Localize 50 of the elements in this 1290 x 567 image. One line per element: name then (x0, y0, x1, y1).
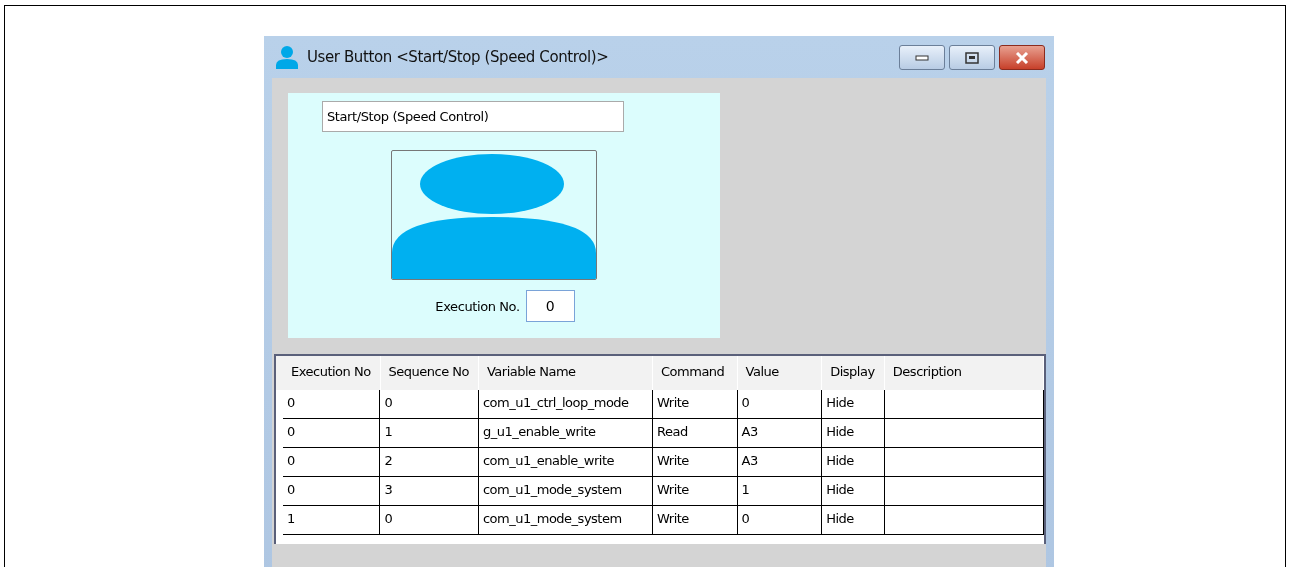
table-cell: com_u1_mode_system (478, 477, 654, 506)
table-cell: Hide (822, 448, 885, 477)
table-cell: 0 (737, 390, 823, 419)
table-cell: 1 (283, 506, 381, 535)
table-cell: g_u1_enable_write (478, 419, 654, 448)
table-cell: Write (653, 506, 738, 535)
table-cell: Write (653, 448, 738, 477)
column-header[interactable]: Value (737, 356, 823, 390)
table-cell: A3 (737, 419, 823, 448)
minimize-button[interactable] (899, 45, 945, 70)
name-field[interactable]: Start/Stop (Speed Control) (322, 101, 624, 132)
table-cell: Read (653, 419, 738, 448)
column-header[interactable]: Execution No (283, 356, 381, 390)
table-cell: com_u1_enable_write (478, 448, 654, 477)
close-button[interactable] (999, 45, 1045, 70)
table-cell: com_u1_ctrl_loop_mode (478, 390, 654, 419)
maximize-icon (965, 51, 979, 64)
column-header[interactable]: Display (822, 356, 885, 390)
column-header[interactable]: Description (884, 356, 1044, 390)
person-icon (275, 45, 299, 69)
table-cell: 0 (283, 419, 381, 448)
table-cell: 3 (380, 477, 479, 506)
table-cell: Hide (822, 390, 885, 419)
table-cell: 0 (283, 477, 381, 506)
column-header[interactable]: Sequence No (380, 356, 479, 390)
table-cell: Hide (822, 477, 885, 506)
maximize-button[interactable] (949, 45, 995, 70)
table-cell: 1 (380, 419, 479, 448)
execution-label: Execution No. (435, 298, 520, 314)
table-cell: Hide (822, 506, 885, 535)
table-cell: 0 (737, 506, 823, 535)
table-cell: A3 (737, 448, 823, 477)
column-header[interactable]: Command (653, 356, 738, 390)
person-silhouette-icon (392, 153, 596, 279)
column-header[interactable]: Variable Name (479, 356, 654, 390)
table-cell: 0 (283, 390, 381, 419)
image-button[interactable] (391, 150, 597, 280)
table-cell: Hide (822, 419, 885, 448)
execution-field[interactable]: 0 (525, 290, 575, 322)
close-icon (1015, 51, 1029, 64)
minimize-icon (915, 54, 929, 61)
table-cell: 1 (737, 477, 823, 506)
table-cell: 0 (283, 448, 381, 477)
table-cell: 0 (380, 506, 479, 535)
window-title: User Button <Start/Stop (Speed Control)> (307, 48, 609, 66)
table-cell: Write (653, 477, 738, 506)
table-cell: com_u1_mode_system (478, 506, 654, 535)
table-cell: Write (653, 390, 738, 419)
table-cell: 0 (380, 390, 479, 419)
table-cell: 2 (380, 448, 479, 477)
